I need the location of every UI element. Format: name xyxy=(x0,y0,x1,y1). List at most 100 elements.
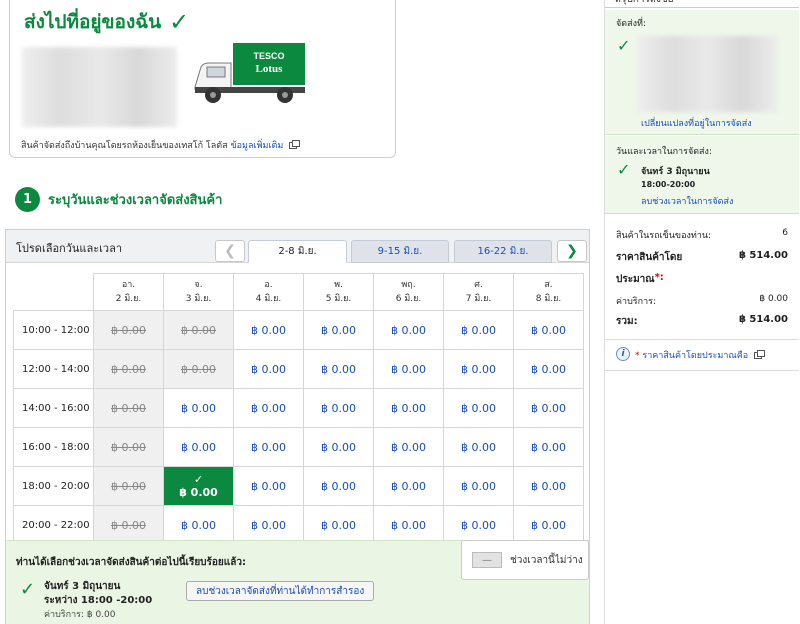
slot-available[interactable]: ฿ 0.00 xyxy=(233,388,304,428)
check-icon: ✓ xyxy=(20,579,36,600)
slot-available[interactable]: ฿ 0.00 xyxy=(443,388,514,428)
slot-available[interactable]: ฿ 0.00 xyxy=(513,427,584,467)
slot-panel-title: โปรดเลือกวันและเวลา xyxy=(16,242,122,255)
price-info-link[interactable]: * ราคาสินค้าโดยประมาณคือ xyxy=(635,348,766,362)
slot-time: 18:00-20:00 xyxy=(641,180,696,189)
slot-available[interactable]: ฿ 0.00 xyxy=(373,310,444,350)
slot-available[interactable]: ฿ 0.00 xyxy=(233,349,304,389)
day-header: ส. 8 มิ.ย. xyxy=(513,273,584,311)
items-count: 6 xyxy=(782,228,788,238)
day-header: จ. 3 มิ.ย. xyxy=(163,273,234,311)
slot-available[interactable]: ฿ 0.00 xyxy=(513,466,584,506)
items-label: สินค้าในรถเข็นของท่าน: xyxy=(616,231,712,241)
price-info-block: i * ราคาสินค้าโดยประมาณคือ xyxy=(605,341,799,371)
slot-available[interactable]: ฿ 0.00 xyxy=(513,349,584,389)
service-row: ค่าบริการ: ฿ 0.00 xyxy=(616,294,788,308)
slot-grid-header-row: อา. 2 มิ.ย. จ. 3 มิ.ย. อ. 4 มิ.ย. พ. 5 มิ.ย.… xyxy=(13,273,584,311)
slot-row: 10:00 - 12:00 ฿ 0.00 ฿ 0.00 ฿ 0.00 ฿ 0.00 ฿ 0… xyxy=(13,310,584,350)
total-row: รวม: ฿ 514.00 xyxy=(616,314,788,329)
change-address-link[interactable]: เปลี่ยนแปลงที่อยู่ในการจัดส่ง xyxy=(641,116,752,130)
total-value: ฿ 514.00 xyxy=(738,314,788,325)
slot-available[interactable]: ฿ 0.00 xyxy=(373,427,444,467)
slot-available[interactable]: ฿ 0.00 xyxy=(233,310,304,350)
slot-available[interactable]: ฿ 0.00 xyxy=(513,505,584,545)
confirmation-heading: ท่านได้เลือกช่วงเวลาจัดส่งสินค้าต่อไปนี้… xyxy=(16,557,246,568)
slot-unavailable: ฿ 0.00 xyxy=(93,466,164,506)
slot-unavailable: ฿ 0.00 xyxy=(93,388,164,428)
time-label: 14:00 - 16:00 xyxy=(13,388,94,428)
slot-date: จันทร์ 3 มิถุนายน xyxy=(641,167,710,177)
address-redacted xyxy=(22,47,177,127)
price-label: ราคาสินค้าโดย xyxy=(616,252,683,263)
slot-available[interactable]: ฿ 0.00 xyxy=(163,505,234,545)
prev-week-button[interactable]: ❮ xyxy=(215,240,245,262)
slot-available[interactable]: ฿ 0.00 xyxy=(443,349,514,389)
ship-to-block: จัดส่งที่: ✓ เปลี่ยนแปลงที่อยู่ในการจัดส… xyxy=(605,10,799,135)
step-number-badge: 1 xyxy=(15,187,40,212)
slot-available[interactable]: ฿ 0.00 xyxy=(443,505,514,545)
slot-price: ฿ 0.00 xyxy=(179,486,218,499)
tab-week-1[interactable]: 2-8 มิ.ย. xyxy=(248,240,347,263)
price-row: ราคาสินค้าโดย ฿ 514.00 xyxy=(616,250,788,265)
slot-available[interactable]: ฿ 0.00 xyxy=(303,349,374,389)
delivery-note-text: สินค้าจัดส่งถึงบ้านคุณโดยรถห้องเย็นของเท… xyxy=(21,141,228,151)
step-label: ระบุวันและช่วงเวลาจัดส่งสินค้า xyxy=(48,193,223,208)
tab-week-2[interactable]: 9-15 มิ.ย. xyxy=(351,240,449,263)
day-header: ศ. 7 มิ.ย. xyxy=(443,273,514,311)
slot-available[interactable]: ฿ 0.00 xyxy=(373,466,444,506)
slot-grid-corner xyxy=(13,273,94,311)
slot-selected[interactable]: ✓ ฿ 0.00 xyxy=(163,466,234,506)
next-week-button[interactable]: ❯ xyxy=(557,240,587,262)
total-label: รวม: xyxy=(616,316,638,327)
slot-available[interactable]: ฿ 0.00 xyxy=(303,388,374,428)
remove-reservation-button[interactable]: ลบช่วงเวลาจัดส่งที่ท่านได้ทำการสำรอง xyxy=(186,581,375,601)
slot-available[interactable]: ฿ 0.00 xyxy=(513,310,584,350)
order-summary-sidebar: สรุปการสั่งซื้อ จัดส่งที่: ✓ เปลี่ยนแปลง… xyxy=(604,0,800,624)
slot-available[interactable]: ฿ 0.00 xyxy=(303,427,374,467)
slot-panel: โปรดเลือกวันและเวลา ❮ 2-8 มิ.ย. 9-15 มิ.… xyxy=(5,229,590,624)
slot-available[interactable]: ฿ 0.00 xyxy=(233,466,304,506)
remove-slot-link[interactable]: ลบช่วงเวลาในการจัดส่ง xyxy=(641,194,733,208)
service-value: ฿ 0.00 xyxy=(759,294,788,304)
tab-week-3[interactable]: 16-22 มิ.ย. xyxy=(454,240,552,263)
slot-available[interactable]: ฿ 0.00 xyxy=(443,466,514,506)
slot-available[interactable]: ฿ 0.00 xyxy=(303,505,374,545)
ship-to-label: จัดส่งที่: xyxy=(616,19,646,29)
sidebar-header: สรุปการสั่งซื้อ xyxy=(605,0,799,8)
time-label: 20:00 - 22:00 xyxy=(13,505,94,545)
approx-label: ประมาณ xyxy=(616,274,655,285)
check-icon: ✓ xyxy=(169,8,190,36)
unavailable-legend: — ช่วงเวลานี้ไม่ว่าง xyxy=(461,540,589,580)
slot-available[interactable]: ฿ 0.00 xyxy=(373,505,444,545)
slot-available[interactable]: ฿ 0.00 xyxy=(163,427,234,467)
slot-available[interactable]: ฿ 0.00 xyxy=(163,388,234,428)
slot-available[interactable]: ฿ 0.00 xyxy=(303,466,374,506)
slot-available[interactable]: ฿ 0.00 xyxy=(233,505,304,545)
slot-available[interactable]: ฿ 0.00 xyxy=(513,388,584,428)
slot-available[interactable]: ฿ 0.00 xyxy=(443,310,514,350)
slot-available[interactable]: ฿ 0.00 xyxy=(373,388,444,428)
slot-available[interactable]: ฿ 0.00 xyxy=(443,427,514,467)
price-value: ฿ 514.00 xyxy=(738,250,788,261)
slot-available[interactable]: ฿ 0.00 xyxy=(233,427,304,467)
slot-row: 20:00 - 22:00 ฿ 0.00 ฿ 0.00 ฿ 0.00 ฿ 0.00 ฿ 0… xyxy=(13,505,584,545)
slot-row: 14:00 - 16:00 ฿ 0.00 ฿ 0.00 ฿ 0.00 ฿ 0.00 ฿ 0… xyxy=(13,388,584,428)
check-icon: ✓ xyxy=(617,36,631,55)
slot-unavailable: ฿ 0.00 xyxy=(93,505,164,545)
more-info-link[interactable]: ข้อมูลเพิ่มเติม xyxy=(231,141,284,151)
check-icon: ✓ xyxy=(617,160,631,179)
approx-row: ประมาณ *: xyxy=(616,272,788,287)
slot-available[interactable]: ฿ 0.00 xyxy=(303,310,374,350)
delivery-title: ส่งไปที่อยู่ของฉัน ✓ xyxy=(24,7,189,37)
slot-unavailable: ฿ 0.00 xyxy=(93,349,164,389)
slot-label: วันและเวลาในการจัดส่ง: xyxy=(616,147,712,157)
slot-available[interactable]: ฿ 0.00 xyxy=(373,349,444,389)
confirmation-date: จันทร์ 3 มิถุนายน xyxy=(44,581,121,592)
day-header: อา. 2 มิ.ย. xyxy=(93,273,164,311)
slot-unavailable: ฿ 0.00 xyxy=(163,349,234,389)
slot-row: 16:00 - 18:00 ฿ 0.00 ฿ 0.00 ฿ 0.00 ฿ 0.00 ฿ 0… xyxy=(13,427,584,467)
day-header: พฤ. 6 มิ.ย. xyxy=(373,273,444,311)
slot-row: 12:00 - 14:00 ฿ 0.00 ฿ 0.00 ฿ 0.00 ฿ 0.00 ฿ 0… xyxy=(13,349,584,389)
slot-row: 18:00 - 20:00 ฿ 0.00 ✓ ฿ 0.00 ฿ 0.00 ฿ 0.00 ฿ … xyxy=(13,466,584,506)
items-row: สินค้าในรถเข็นของท่าน: 6 xyxy=(616,228,788,242)
